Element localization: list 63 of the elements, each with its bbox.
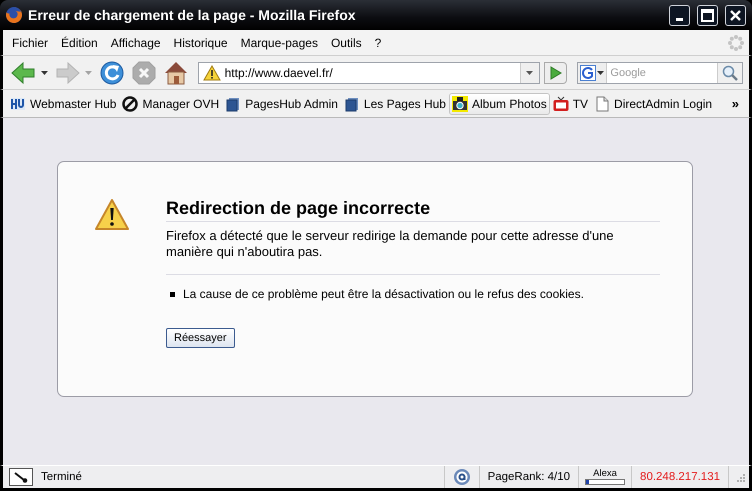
pagerank-text: PageRank: 4/10	[488, 471, 570, 483]
play-arrow-icon	[550, 66, 562, 80]
error-description: Firefox a détecté que le serveur redirige la demande pour cette adresse d'une manière qui n'aboutira pas.	[166, 228, 660, 275]
warning-icon	[94, 198, 130, 232]
bookmark-item[interactable]: TV	[550, 92, 592, 114]
retry-button[interactable]: Réessayer	[166, 328, 235, 348]
bookmark-item[interactable]: PagesHub Admin	[222, 92, 341, 114]
search-button[interactable]	[716, 62, 742, 82]
warning-icon	[202, 64, 221, 80]
firefox-icon	[5, 6, 23, 24]
reload-icon	[99, 60, 126, 86]
search-icon	[722, 64, 738, 80]
search-bar[interactable]: Google	[577, 62, 743, 84]
menu-item[interactable]: Affichage	[106, 34, 169, 52]
caret-icon	[526, 70, 534, 74]
menu-item[interactable]: Édition	[56, 34, 106, 52]
menu-item[interactable]: Marque-pages	[236, 34, 326, 52]
minimize-button[interactable]	[669, 4, 690, 26]
close-button[interactable]	[725, 4, 746, 26]
menu-item[interactable]: Outils	[326, 34, 370, 52]
go-button[interactable]	[544, 62, 568, 84]
stacked-pages-icon	[344, 96, 360, 112]
bookmark-item[interactable]: DirectAdmin Login	[591, 92, 716, 114]
search-engine-button[interactable]	[578, 62, 608, 82]
maximize-button[interactable]	[697, 4, 718, 26]
minimize-icon	[676, 18, 683, 20]
window-title: Erreur de chargement de la page - Mozilla Firefox	[28, 7, 357, 23]
bookmark-item[interactable]: Album Photos	[448, 92, 550, 114]
throbber-icon	[727, 34, 745, 52]
forward-arrow-icon	[54, 60, 81, 86]
ip-address: 80.248.217.131	[640, 471, 720, 483]
back-arrow-icon	[10, 60, 36, 86]
bullet-icon	[170, 292, 175, 296]
search-engine-icon	[580, 64, 596, 80]
camera-icon	[452, 96, 468, 112]
resize-grip-icon[interactable]	[735, 472, 745, 482]
bookmark-item[interactable]: Webmaster Hub	[7, 92, 120, 114]
hub-logo-icon	[10, 96, 26, 112]
alexa-label: Alexa	[593, 469, 617, 479]
bookmark-item[interactable]: Les Pages Hub	[340, 92, 449, 114]
stacked-pages-icon	[225, 96, 242, 112]
history-dropdown-button[interactable]	[520, 62, 539, 82]
reload-button[interactable]	[98, 58, 126, 86]
page-icon	[594, 96, 610, 112]
pen-icon	[13, 471, 29, 483]
menu-item[interactable]: Fichier	[7, 34, 56, 52]
more-bookmarks-button[interactable]: »	[728, 96, 743, 111]
stop-icon	[131, 60, 157, 86]
maximize-icon	[701, 8, 714, 22]
at-sign-icon[interactable]	[452, 468, 471, 486]
bookmark-item[interactable]: Manager OVH	[119, 92, 222, 114]
menu-item[interactable]: ?	[370, 34, 390, 52]
error-title: Redirection de page incorrecte	[166, 198, 660, 222]
caret-icon	[597, 70, 604, 74]
error-hint: La cause de ce problème peut être la désactivation ou le refus des cookies.	[183, 287, 584, 301]
home-icon	[162, 60, 189, 86]
security-button[interactable]	[9, 468, 33, 486]
address-bar[interactable]: http://www.daevel.fr/	[198, 62, 540, 84]
dropdown-caret-icon[interactable]	[40, 70, 48, 74]
close-icon	[729, 8, 742, 22]
status-text: Terminé	[41, 471, 83, 483]
menu-item[interactable]: Historique	[168, 34, 236, 52]
tv-icon	[552, 96, 569, 112]
